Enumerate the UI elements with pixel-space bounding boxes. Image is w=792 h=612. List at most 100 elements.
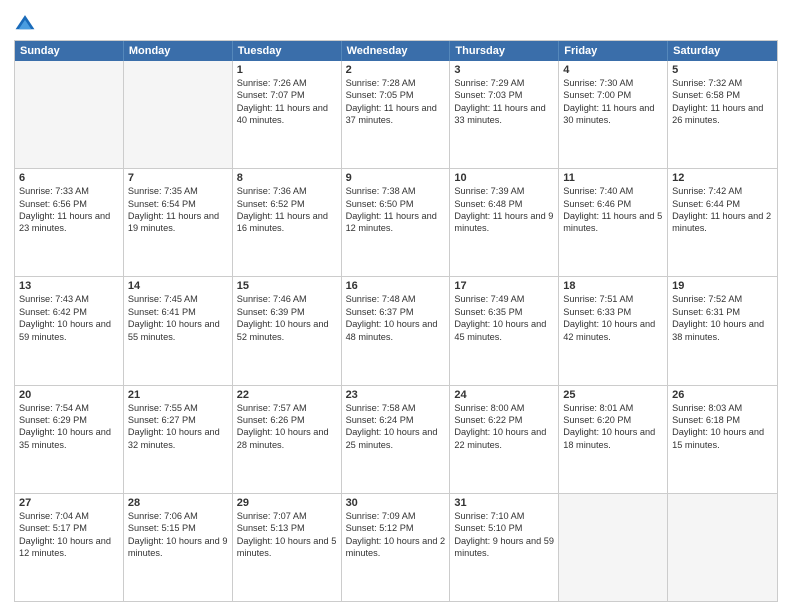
cell-line: Sunset: 6:44 PM: [672, 199, 740, 209]
day-number: 9: [346, 172, 446, 184]
cell-line: Sunrise: 7:33 AM: [19, 186, 89, 196]
day-number: 27: [19, 497, 119, 509]
day-number: 22: [237, 389, 337, 401]
logo-icon: [14, 12, 36, 34]
cell-text: Sunrise: 7:48 AMSunset: 6:37 PMDaylight:…: [346, 293, 446, 343]
cell-line: Sunrise: 7:07 AM: [237, 511, 307, 521]
calendar-cell: [15, 61, 124, 168]
cell-line: Sunrise: 7:51 AM: [563, 294, 633, 304]
cell-text: Sunrise: 7:09 AMSunset: 5:12 PMDaylight:…: [346, 510, 446, 560]
logo: [14, 12, 40, 34]
day-number: 31: [454, 497, 554, 509]
calendar-cell: 4Sunrise: 7:30 AMSunset: 7:00 PMDaylight…: [559, 61, 668, 168]
cell-line: Sunrise: 7:38 AM: [346, 186, 416, 196]
cell-line: Daylight: 10 hours and 28 minutes.: [237, 427, 329, 449]
cell-text: Sunrise: 8:03 AMSunset: 6:18 PMDaylight:…: [672, 402, 773, 452]
cell-text: Sunrise: 8:01 AMSunset: 6:20 PMDaylight:…: [563, 402, 663, 452]
cell-text: Sunrise: 7:57 AMSunset: 6:26 PMDaylight:…: [237, 402, 337, 452]
day-number: 3: [454, 64, 554, 76]
weekday-header: Monday: [124, 41, 233, 61]
weekday-header: Friday: [559, 41, 668, 61]
cell-line: Daylight: 10 hours and 18 minutes.: [563, 427, 655, 449]
cell-line: Sunset: 6:18 PM: [672, 415, 740, 425]
day-number: 19: [672, 280, 773, 292]
cell-line: Daylight: 11 hours and 30 minutes.: [563, 103, 654, 125]
day-number: 18: [563, 280, 663, 292]
weekday-header: Tuesday: [233, 41, 342, 61]
day-number: 8: [237, 172, 337, 184]
cell-text: Sunrise: 7:55 AMSunset: 6:27 PMDaylight:…: [128, 402, 228, 452]
calendar-row: 1Sunrise: 7:26 AMSunset: 7:07 PMDaylight…: [15, 61, 777, 168]
weekday-header: Sunday: [15, 41, 124, 61]
cell-line: Sunset: 5:13 PM: [237, 523, 305, 533]
day-number: 29: [237, 497, 337, 509]
cell-line: Sunrise: 7:09 AM: [346, 511, 416, 521]
calendar-cell: 28Sunrise: 7:06 AMSunset: 5:15 PMDayligh…: [124, 494, 233, 601]
weekday-header: Saturday: [668, 41, 777, 61]
cell-line: Daylight: 11 hours and 26 minutes.: [672, 103, 763, 125]
cell-line: Daylight: 11 hours and 33 minutes.: [454, 103, 545, 125]
calendar-cell: 9Sunrise: 7:38 AMSunset: 6:50 PMDaylight…: [342, 169, 451, 276]
day-number: 4: [563, 64, 663, 76]
calendar-cell: 21Sunrise: 7:55 AMSunset: 6:27 PMDayligh…: [124, 386, 233, 493]
calendar-cell: 19Sunrise: 7:52 AMSunset: 6:31 PMDayligh…: [668, 277, 777, 384]
calendar-row: 13Sunrise: 7:43 AMSunset: 6:42 PMDayligh…: [15, 276, 777, 384]
cell-line: Daylight: 11 hours and 2 minutes.: [672, 211, 771, 233]
cell-text: Sunrise: 7:06 AMSunset: 5:15 PMDaylight:…: [128, 510, 228, 560]
day-number: 5: [672, 64, 773, 76]
cell-line: Sunrise: 7:45 AM: [128, 294, 198, 304]
cell-line: Daylight: 11 hours and 5 minutes.: [563, 211, 662, 233]
cell-line: Sunset: 6:48 PM: [454, 199, 522, 209]
cell-line: Daylight: 11 hours and 37 minutes.: [346, 103, 437, 125]
calendar-header: SundayMondayTuesdayWednesdayThursdayFrid…: [15, 41, 777, 61]
day-number: 24: [454, 389, 554, 401]
cell-line: Sunset: 6:31 PM: [672, 307, 740, 317]
cell-line: Sunrise: 7:55 AM: [128, 403, 198, 413]
cell-text: Sunrise: 7:43 AMSunset: 6:42 PMDaylight:…: [19, 293, 119, 343]
day-number: 7: [128, 172, 228, 184]
day-number: 21: [128, 389, 228, 401]
cell-text: Sunrise: 7:32 AMSunset: 6:58 PMDaylight:…: [672, 77, 773, 127]
cell-line: Sunrise: 7:39 AM: [454, 186, 524, 196]
cell-text: Sunrise: 7:39 AMSunset: 6:48 PMDaylight:…: [454, 185, 554, 235]
cell-line: Sunrise: 7:54 AM: [19, 403, 89, 413]
cell-line: Daylight: 10 hours and 2 minutes.: [346, 536, 446, 558]
cell-line: Daylight: 9 hours and 59 minutes.: [454, 536, 554, 558]
cell-line: Sunset: 6:41 PM: [128, 307, 196, 317]
cell-line: Sunset: 7:00 PM: [563, 90, 631, 100]
cell-line: Sunset: 7:07 PM: [237, 90, 305, 100]
cell-text: Sunrise: 7:28 AMSunset: 7:05 PMDaylight:…: [346, 77, 446, 127]
cell-text: Sunrise: 7:07 AM Sunset: 5:13 PM Daylight:…: [237, 510, 337, 560]
cell-line: Sunrise: 7:32 AM: [672, 78, 742, 88]
calendar-row: 27Sunrise: 7:04 AMSunset: 5:17 PMDayligh…: [15, 493, 777, 601]
calendar-cell: 6Sunrise: 7:33 AMSunset: 6:56 PMDaylight…: [15, 169, 124, 276]
day-number: 20: [19, 389, 119, 401]
cell-text: Sunrise: 7:58 AMSunset: 6:24 PMDaylight:…: [346, 402, 446, 452]
calendar-cell: [559, 494, 668, 601]
cell-line: Sunrise: 7:49 AM: [454, 294, 524, 304]
day-number: 14: [128, 280, 228, 292]
calendar-cell: 22Sunrise: 7:57 AMSunset: 6:26 PMDayligh…: [233, 386, 342, 493]
calendar-cell: 8Sunrise: 7:36 AMSunset: 6:52 PMDaylight…: [233, 169, 342, 276]
cell-line: Daylight: 10 hours and 9 minutes.: [128, 536, 228, 558]
cell-text: Sunrise: 7:36 AMSunset: 6:52 PMDaylight:…: [237, 185, 337, 235]
calendar-cell: 26Sunrise: 8:03 AMSunset: 6:18 PMDayligh…: [668, 386, 777, 493]
cell-line: Sunset: 6:52 PM: [237, 199, 305, 209]
cell-text: Sunrise: 7:38 AMSunset: 6:50 PMDaylight:…: [346, 185, 446, 235]
calendar: SundayMondayTuesdayWednesdayThursdayFrid…: [14, 40, 778, 602]
cell-line: Sunrise: 7:52 AM: [672, 294, 742, 304]
day-number: 26: [672, 389, 773, 401]
cell-line: Daylight: 10 hours and 15 minutes.: [672, 427, 764, 449]
calendar-cell: 25Sunrise: 8:01 AMSunset: 6:20 PMDayligh…: [559, 386, 668, 493]
calendar-cell: 12Sunrise: 7:42 AMSunset: 6:44 PMDayligh…: [668, 169, 777, 276]
calendar-cell: 5Sunrise: 7:32 AMSunset: 6:58 PMDaylight…: [668, 61, 777, 168]
cell-text: Sunrise: 7:51 AMSunset: 6:33 PMDaylight:…: [563, 293, 663, 343]
cell-line: Daylight: 10 hours and 5 minutes.: [237, 536, 337, 558]
day-number: 10: [454, 172, 554, 184]
cell-text: Sunrise: 7:49 AMSunset: 6:35 PMDaylight:…: [454, 293, 554, 343]
cell-line: Daylight: 11 hours and 19 minutes.: [128, 211, 219, 233]
calendar-cell: 29 Sunrise: 7:07 AM Sunset: 5:13 PM Dayligh…: [233, 494, 342, 601]
weekday-header: Thursday: [450, 41, 559, 61]
cell-line: Sunset: 6:33 PM: [563, 307, 631, 317]
cell-line: Daylight: 10 hours and 55 minutes.: [128, 319, 220, 341]
